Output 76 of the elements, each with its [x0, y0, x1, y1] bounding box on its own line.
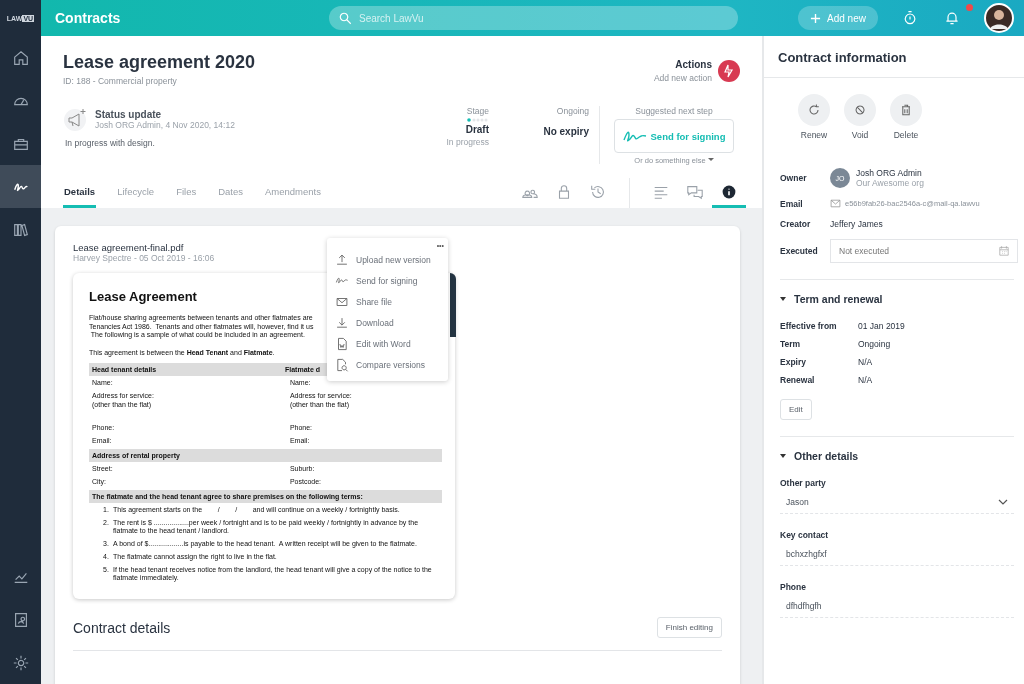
creator-value: Jeffery James [830, 219, 884, 229]
menu-item[interactable]: Share file [356, 296, 392, 307]
menu-item[interactable]: Send for signing [356, 275, 418, 286]
owner-org: Our Awesome org [856, 178, 924, 188]
field-label: Executed [780, 246, 819, 256]
field-value: N/A [858, 375, 874, 385]
field-label: Other party [780, 478, 826, 488]
edit-button[interactable]: Edit [780, 399, 812, 420]
compare-file-icon [335, 357, 349, 372]
signature-icon [622, 129, 647, 143]
field-value: N/A [858, 357, 874, 367]
void-button[interactable] [844, 94, 876, 126]
select-field[interactable]: Jason [780, 490, 1014, 514]
renew-icon [806, 102, 822, 118]
contract-title: Lease agreement 2020 [63, 52, 256, 73]
field-label: Term [780, 339, 802, 349]
avatar[interactable] [984, 3, 1014, 33]
tab[interactable]: Amendments [264, 178, 322, 208]
action-label: Void [851, 130, 869, 140]
void-icon [852, 102, 868, 118]
field-label: Renewal [780, 375, 816, 385]
file-name[interactable]: Lease agreement-final.pdf [73, 242, 184, 253]
field-label: Phone [780, 582, 806, 592]
finish-editing-button[interactable]: Finish editing [656, 617, 722, 638]
field-label: Creator [780, 219, 812, 229]
field-label: Expiry [780, 357, 807, 367]
menu-item[interactable]: Download [356, 317, 394, 328]
field-label: Owner [780, 173, 808, 183]
plus-icon [810, 12, 821, 24]
contract-id: ID: 188 - Commercial property [63, 76, 178, 86]
chevron-down-icon [998, 497, 1008, 507]
upload-icon [335, 252, 349, 267]
panel-title: Contract information [764, 36, 1024, 78]
section-toggle[interactable]: Other details [780, 450, 1024, 462]
field-label: Effective from [780, 321, 838, 331]
download-icon [335, 315, 349, 330]
delete-button[interactable] [890, 94, 922, 126]
action-label: Delete [893, 130, 919, 140]
actions-label: Actions [674, 59, 712, 70]
scroll-handle[interactable] [450, 273, 456, 337]
signature-icon[interactable] [0, 165, 41, 208]
menu-item[interactable]: Upload new version [356, 254, 431, 265]
document-title: Lease Agreement [89, 289, 197, 304]
input-field[interactable]: bchxzhgfxf [780, 542, 1014, 566]
stage-status: In progress [446, 137, 489, 147]
status-title: Status update [95, 108, 163, 120]
action-label: Renew [800, 130, 828, 140]
section-toggle[interactable]: Term and renewal [780, 293, 1024, 305]
expiry-value: No expiry [542, 126, 589, 137]
stage-value: Draft [465, 124, 489, 135]
page-title: Contracts [55, 10, 122, 26]
field-value: Ongoing [858, 339, 892, 349]
lightning-icon[interactable] [718, 60, 740, 82]
field-label: Key contact [780, 530, 829, 540]
next-step-label: Suggested next step [635, 106, 713, 116]
menu-item[interactable]: Compare versions [356, 359, 425, 370]
calendar-icon [998, 245, 1010, 257]
owner-name[interactable]: Josh ORG Admin [856, 168, 924, 178]
status-text: In progress with design. [65, 138, 156, 148]
word-file-icon [335, 336, 349, 351]
renew-button[interactable] [798, 94, 830, 126]
megaphone-icon[interactable] [63, 106, 89, 132]
menu-item[interactable]: Edit with Word [356, 338, 411, 349]
expiry-label: Ongoing [555, 106, 589, 116]
input-field[interactable]: dfhdfhgfh [780, 594, 1014, 618]
field-label: Email [780, 198, 804, 209]
status-meta: Josh ORG Admin, 4 Nov 2020, 14:12 [95, 119, 235, 130]
search-icon [338, 11, 353, 26]
date-field[interactable]: Not executed [830, 239, 1018, 263]
add-action-link[interactable]: Add new action [653, 73, 712, 83]
bell-icon[interactable] [943, 10, 960, 26]
section-title: Contract details [73, 619, 171, 636]
field-value: 01 Jan 2019 [858, 321, 906, 331]
envelope-icon [830, 198, 841, 209]
stage-label: Stage [466, 106, 489, 116]
file-meta: Harvey Spectre - 05 Oct 2019 - 16:06 [73, 253, 215, 263]
